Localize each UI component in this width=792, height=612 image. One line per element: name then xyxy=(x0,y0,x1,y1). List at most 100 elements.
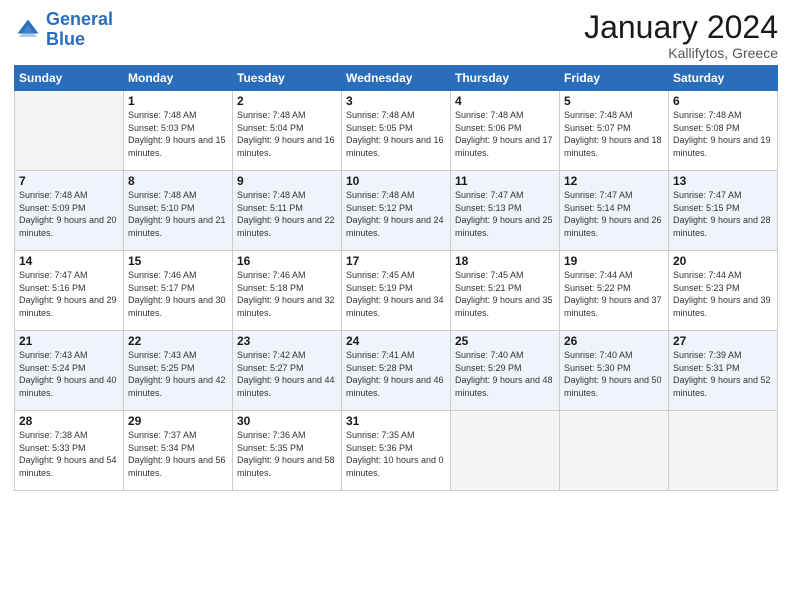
calendar-cell: 13Sunrise: 7:47 AMSunset: 5:15 PMDayligh… xyxy=(669,171,778,251)
day-number: 6 xyxy=(673,94,773,108)
logo-line1: General xyxy=(46,9,113,29)
calendar-cell: 16Sunrise: 7:46 AMSunset: 5:18 PMDayligh… xyxy=(233,251,342,331)
calendar-cell: 15Sunrise: 7:46 AMSunset: 5:17 PMDayligh… xyxy=(124,251,233,331)
weekday-header-sunday: Sunday xyxy=(15,66,124,91)
day-info: Sunrise: 7:47 AMSunset: 5:16 PMDaylight:… xyxy=(19,269,119,319)
calendar-cell: 25Sunrise: 7:40 AMSunset: 5:29 PMDayligh… xyxy=(451,331,560,411)
day-number: 25 xyxy=(455,334,555,348)
logo: General Blue xyxy=(14,10,113,50)
day-number: 24 xyxy=(346,334,446,348)
weekday-header-thursday: Thursday xyxy=(451,66,560,91)
calendar-cell: 7Sunrise: 7:48 AMSunset: 5:09 PMDaylight… xyxy=(15,171,124,251)
day-number: 12 xyxy=(564,174,664,188)
calendar-cell: 12Sunrise: 7:47 AMSunset: 5:14 PMDayligh… xyxy=(560,171,669,251)
day-number: 5 xyxy=(564,94,664,108)
day-number: 3 xyxy=(346,94,446,108)
calendar-cell: 2Sunrise: 7:48 AMSunset: 5:04 PMDaylight… xyxy=(233,91,342,171)
calendar-week-row: 21Sunrise: 7:43 AMSunset: 5:24 PMDayligh… xyxy=(15,331,778,411)
day-info: Sunrise: 7:45 AMSunset: 5:19 PMDaylight:… xyxy=(346,269,446,319)
calendar-cell: 27Sunrise: 7:39 AMSunset: 5:31 PMDayligh… xyxy=(669,331,778,411)
calendar-cell: 10Sunrise: 7:48 AMSunset: 5:12 PMDayligh… xyxy=(342,171,451,251)
day-info: Sunrise: 7:40 AMSunset: 5:30 PMDaylight:… xyxy=(564,349,664,399)
day-info: Sunrise: 7:48 AMSunset: 5:10 PMDaylight:… xyxy=(128,189,228,239)
calendar-cell: 5Sunrise: 7:48 AMSunset: 5:07 PMDaylight… xyxy=(560,91,669,171)
weekday-header-friday: Friday xyxy=(560,66,669,91)
calendar-cell: 29Sunrise: 7:37 AMSunset: 5:34 PMDayligh… xyxy=(124,411,233,491)
day-number: 7 xyxy=(19,174,119,188)
day-info: Sunrise: 7:48 AMSunset: 5:06 PMDaylight:… xyxy=(455,109,555,159)
calendar-cell: 14Sunrise: 7:47 AMSunset: 5:16 PMDayligh… xyxy=(15,251,124,331)
day-info: Sunrise: 7:42 AMSunset: 5:27 PMDaylight:… xyxy=(237,349,337,399)
day-info: Sunrise: 7:47 AMSunset: 5:14 PMDaylight:… xyxy=(564,189,664,239)
day-info: Sunrise: 7:48 AMSunset: 5:11 PMDaylight:… xyxy=(237,189,337,239)
page-container: General Blue January 2024 Kallifytos, Gr… xyxy=(0,0,792,499)
day-number: 11 xyxy=(455,174,555,188)
calendar-week-row: 1Sunrise: 7:48 AMSunset: 5:03 PMDaylight… xyxy=(15,91,778,171)
day-number: 20 xyxy=(673,254,773,268)
logo-line2: Blue xyxy=(46,29,85,49)
day-info: Sunrise: 7:48 AMSunset: 5:12 PMDaylight:… xyxy=(346,189,446,239)
weekday-header-saturday: Saturday xyxy=(669,66,778,91)
day-info: Sunrise: 7:36 AMSunset: 5:35 PMDaylight:… xyxy=(237,429,337,479)
day-number: 26 xyxy=(564,334,664,348)
day-number: 9 xyxy=(237,174,337,188)
calendar-cell: 24Sunrise: 7:41 AMSunset: 5:28 PMDayligh… xyxy=(342,331,451,411)
calendar-cell: 11Sunrise: 7:47 AMSunset: 5:13 PMDayligh… xyxy=(451,171,560,251)
calendar-cell: 4Sunrise: 7:48 AMSunset: 5:06 PMDaylight… xyxy=(451,91,560,171)
day-number: 27 xyxy=(673,334,773,348)
header-row: General Blue January 2024 Kallifytos, Gr… xyxy=(14,10,778,61)
day-number: 15 xyxy=(128,254,228,268)
calendar-cell: 3Sunrise: 7:48 AMSunset: 5:05 PMDaylight… xyxy=(342,91,451,171)
day-number: 13 xyxy=(673,174,773,188)
day-info: Sunrise: 7:44 AMSunset: 5:22 PMDaylight:… xyxy=(564,269,664,319)
day-number: 19 xyxy=(564,254,664,268)
calendar-cell: 1Sunrise: 7:48 AMSunset: 5:03 PMDaylight… xyxy=(124,91,233,171)
calendar-cell: 6Sunrise: 7:48 AMSunset: 5:08 PMDaylight… xyxy=(669,91,778,171)
calendar-week-row: 28Sunrise: 7:38 AMSunset: 5:33 PMDayligh… xyxy=(15,411,778,491)
day-info: Sunrise: 7:40 AMSunset: 5:29 PMDaylight:… xyxy=(455,349,555,399)
day-number: 22 xyxy=(128,334,228,348)
day-number: 21 xyxy=(19,334,119,348)
logo-icon xyxy=(14,16,42,44)
calendar-week-row: 14Sunrise: 7:47 AMSunset: 5:16 PMDayligh… xyxy=(15,251,778,331)
day-number: 28 xyxy=(19,414,119,428)
calendar-cell xyxy=(451,411,560,491)
day-number: 10 xyxy=(346,174,446,188)
day-info: Sunrise: 7:43 AMSunset: 5:25 PMDaylight:… xyxy=(128,349,228,399)
calendar-cell: 28Sunrise: 7:38 AMSunset: 5:33 PMDayligh… xyxy=(15,411,124,491)
weekday-header-wednesday: Wednesday xyxy=(342,66,451,91)
day-info: Sunrise: 7:48 AMSunset: 5:09 PMDaylight:… xyxy=(19,189,119,239)
day-number: 2 xyxy=(237,94,337,108)
day-info: Sunrise: 7:47 AMSunset: 5:15 PMDaylight:… xyxy=(673,189,773,239)
day-number: 17 xyxy=(346,254,446,268)
calendar-cell xyxy=(669,411,778,491)
day-info: Sunrise: 7:48 AMSunset: 5:05 PMDaylight:… xyxy=(346,109,446,159)
day-info: Sunrise: 7:46 AMSunset: 5:18 PMDaylight:… xyxy=(237,269,337,319)
calendar-cell: 9Sunrise: 7:48 AMSunset: 5:11 PMDaylight… xyxy=(233,171,342,251)
calendar-cell: 21Sunrise: 7:43 AMSunset: 5:24 PMDayligh… xyxy=(15,331,124,411)
calendar-cell: 18Sunrise: 7:45 AMSunset: 5:21 PMDayligh… xyxy=(451,251,560,331)
calendar-cell: 20Sunrise: 7:44 AMSunset: 5:23 PMDayligh… xyxy=(669,251,778,331)
calendar-cell: 17Sunrise: 7:45 AMSunset: 5:19 PMDayligh… xyxy=(342,251,451,331)
day-info: Sunrise: 7:47 AMSunset: 5:13 PMDaylight:… xyxy=(455,189,555,239)
day-number: 18 xyxy=(455,254,555,268)
day-info: Sunrise: 7:37 AMSunset: 5:34 PMDaylight:… xyxy=(128,429,228,479)
weekday-header-monday: Monday xyxy=(124,66,233,91)
day-info: Sunrise: 7:44 AMSunset: 5:23 PMDaylight:… xyxy=(673,269,773,319)
calendar-cell: 8Sunrise: 7:48 AMSunset: 5:10 PMDaylight… xyxy=(124,171,233,251)
day-info: Sunrise: 7:48 AMSunset: 5:07 PMDaylight:… xyxy=(564,109,664,159)
day-info: Sunrise: 7:41 AMSunset: 5:28 PMDaylight:… xyxy=(346,349,446,399)
calendar-cell: 30Sunrise: 7:36 AMSunset: 5:35 PMDayligh… xyxy=(233,411,342,491)
title-block: January 2024 Kallifytos, Greece xyxy=(584,10,778,61)
logo-text: General Blue xyxy=(46,10,113,50)
day-number: 31 xyxy=(346,414,446,428)
calendar-subtitle: Kallifytos, Greece xyxy=(584,45,778,61)
calendar-week-row: 7Sunrise: 7:48 AMSunset: 5:09 PMDaylight… xyxy=(15,171,778,251)
day-info: Sunrise: 7:48 AMSunset: 5:08 PMDaylight:… xyxy=(673,109,773,159)
calendar-cell: 31Sunrise: 7:35 AMSunset: 5:36 PMDayligh… xyxy=(342,411,451,491)
calendar-cell xyxy=(15,91,124,171)
calendar-title: January 2024 xyxy=(584,10,778,45)
day-number: 16 xyxy=(237,254,337,268)
day-number: 23 xyxy=(237,334,337,348)
day-info: Sunrise: 7:38 AMSunset: 5:33 PMDaylight:… xyxy=(19,429,119,479)
